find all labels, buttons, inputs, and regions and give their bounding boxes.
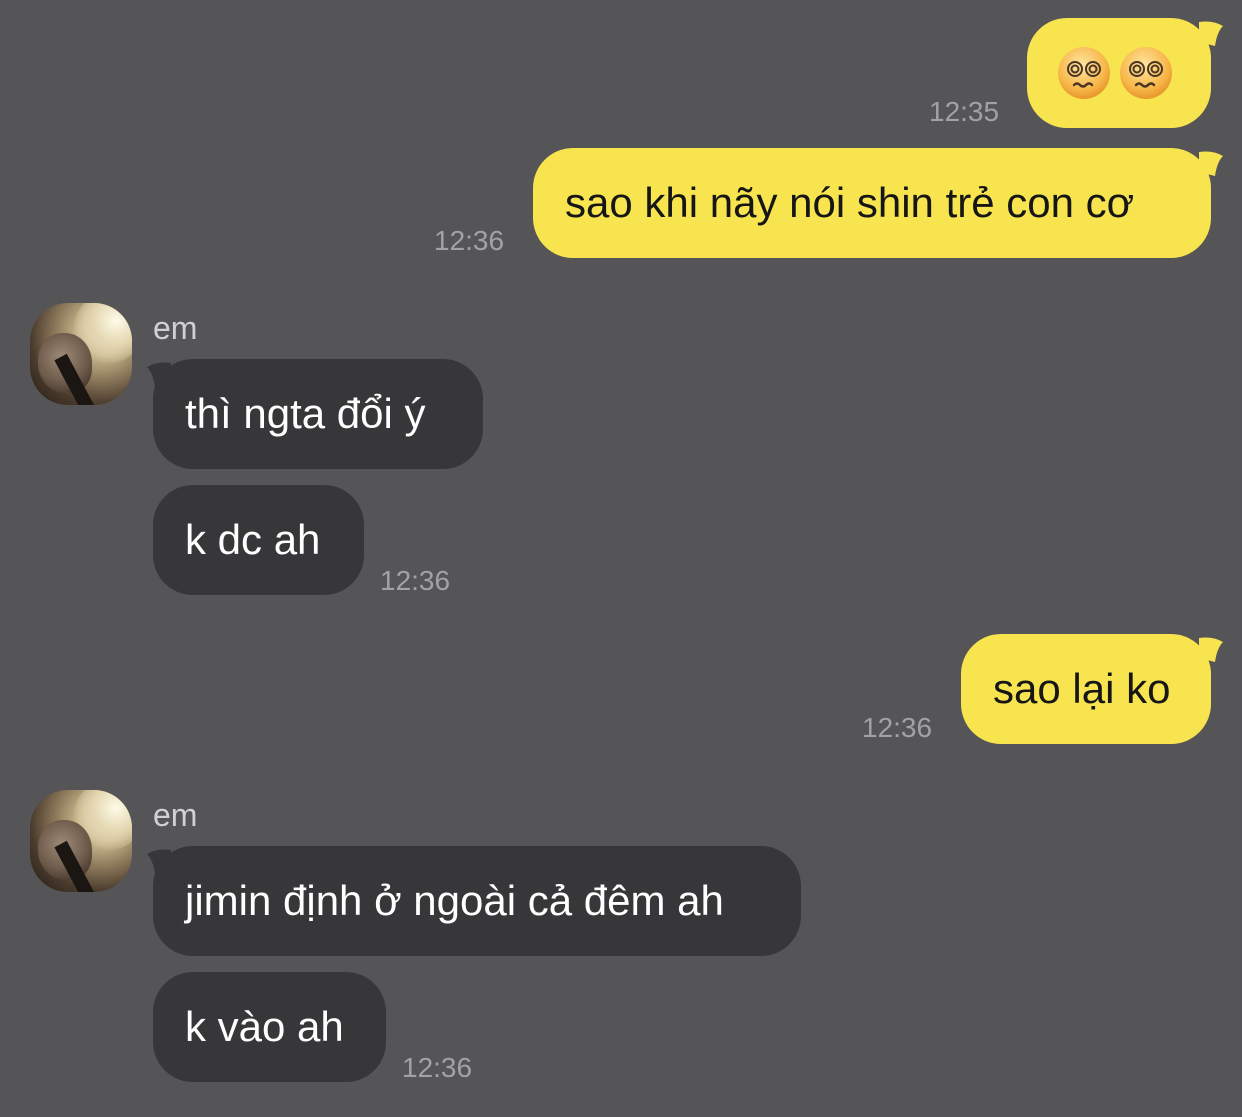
message-out-emoji[interactable] — [1027, 18, 1211, 128]
bubble-tail — [1199, 151, 1223, 176]
avatar[interactable] — [30, 303, 132, 405]
avatar[interactable] — [30, 790, 132, 892]
message-time: 12:35 — [929, 96, 1000, 127]
message-time: 12:36 — [862, 712, 933, 743]
dizzy-face-icon — [1058, 46, 1110, 99]
message-time: 12:36 — [402, 1052, 473, 1083]
bubble-tail — [147, 849, 171, 874]
sender-name: em — [153, 797, 198, 833]
bubble-tail — [1199, 21, 1223, 46]
message-time: 12:36 — [434, 225, 505, 256]
message-out[interactable]: sao khi nãy nói shin trẻ con cơ — [533, 148, 1211, 258]
dizzy-face-icon — [1120, 46, 1172, 99]
message-in[interactable]: k vào ah — [153, 972, 386, 1082]
sender-name: em — [153, 310, 198, 346]
message-in[interactable]: thì ngta đổi ý — [153, 359, 483, 469]
message-out[interactable]: sao lại ko — [961, 634, 1211, 744]
bubble-tail — [147, 362, 171, 387]
message-in[interactable]: k dc ah — [153, 485, 364, 595]
bubble-tail — [1199, 637, 1223, 662]
message-in[interactable]: jimin định ở ngoài cả đêm ah — [153, 846, 801, 956]
message-time: 12:36 — [380, 565, 451, 596]
